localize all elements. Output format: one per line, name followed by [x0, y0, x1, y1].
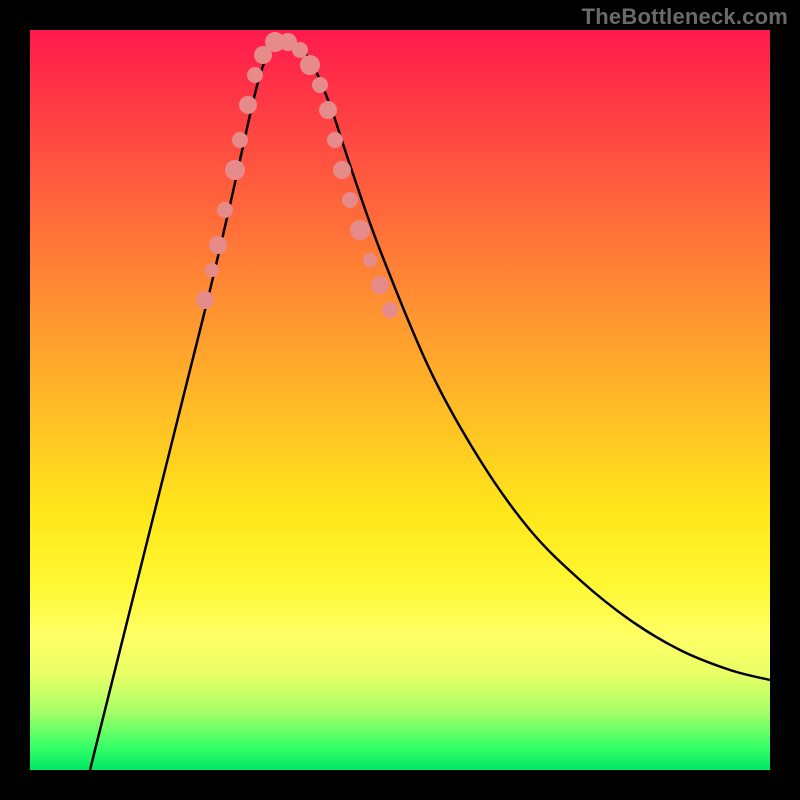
data-marker: [382, 302, 398, 318]
data-marker: [363, 253, 377, 267]
chart-frame: TheBottleneck.com: [0, 0, 800, 800]
data-marker: [300, 55, 320, 75]
watermark-label: TheBottleneck.com: [582, 4, 788, 30]
data-marker: [205, 263, 219, 277]
data-marker: [239, 96, 257, 114]
data-marker: [371, 276, 389, 294]
data-marker: [196, 291, 214, 309]
data-marker: [327, 132, 343, 148]
data-marker: [232, 132, 248, 148]
data-marker: [217, 202, 233, 218]
data-marker: [247, 67, 263, 83]
data-marker: [342, 192, 358, 208]
data-marker: [333, 161, 351, 179]
data-marker: [292, 42, 308, 58]
data-marker: [319, 101, 337, 119]
chart-plot-area: [30, 30, 770, 770]
chart-svg: [30, 30, 770, 770]
data-markers: [196, 32, 398, 318]
bottleneck-curve: [90, 38, 770, 770]
data-marker: [225, 160, 245, 180]
data-marker: [350, 220, 370, 240]
data-marker: [312, 77, 328, 93]
data-marker: [209, 236, 227, 254]
